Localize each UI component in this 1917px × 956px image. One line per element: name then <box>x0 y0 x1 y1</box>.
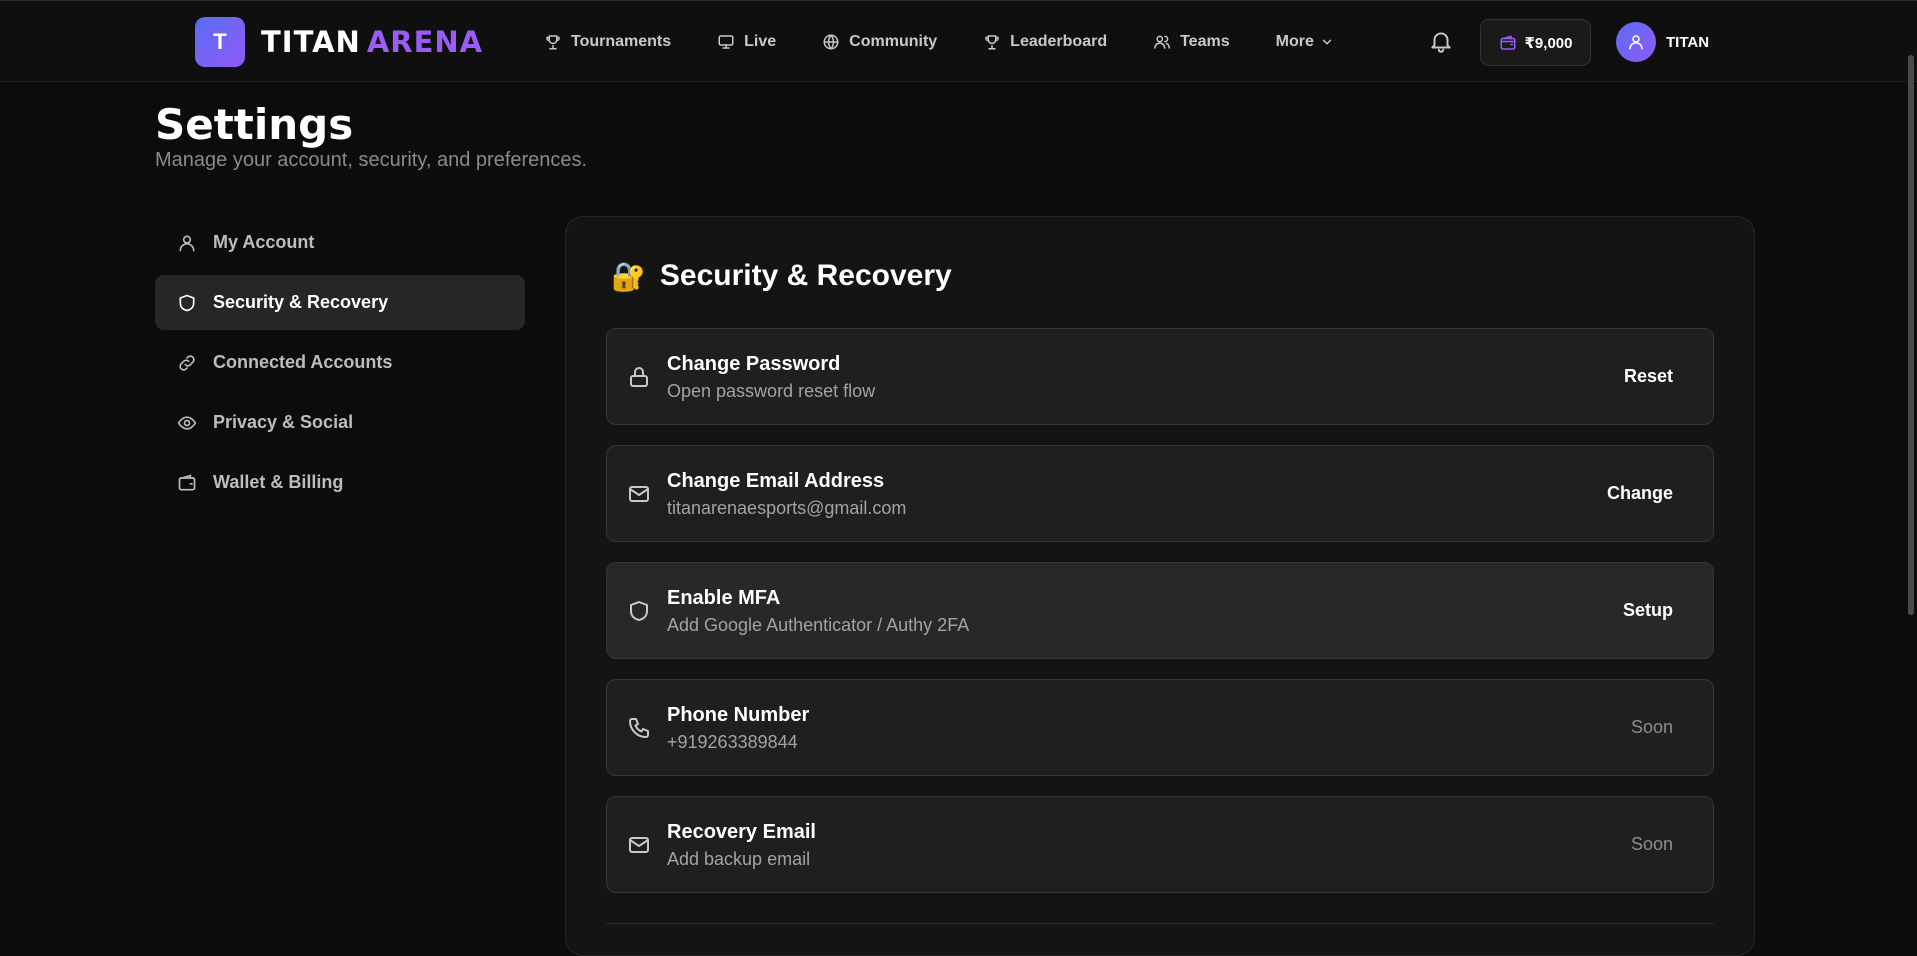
logo-mark: T <box>195 17 245 67</box>
nav-live[interactable]: Live <box>717 33 776 51</box>
chevron-down-icon <box>1322 39 1332 45</box>
change-email-button[interactable]: Change <box>1607 483 1673 504</box>
panel-title-text: Security & Recovery <box>659 259 952 292</box>
mail-icon <box>627 482 651 511</box>
sidebar-item-connected-accounts[interactable]: Connected Accounts <box>155 335 525 390</box>
sidebar-item-label: Security & Recovery <box>213 292 389 312</box>
settings-sidebar: My Account Security & Recovery Connected… <box>155 215 525 515</box>
sidebar-item-label: Wallet & Billing <box>213 472 344 492</box>
logo-word-titan: TITAN <box>261 25 361 59</box>
sidebar-item-my-account[interactable]: My Account <box>155 215 525 270</box>
shield-icon <box>627 599 651 628</box>
section-divider <box>606 923 1714 924</box>
setting-row-change-password: Change Password Open password reset flow… <box>606 328 1714 425</box>
username: TITAN <box>1666 33 1710 51</box>
shield-icon <box>179 294 195 311</box>
eye-icon <box>177 415 197 430</box>
logo-text: TITAN ARENA <box>261 25 483 59</box>
sidebar-item-security-recovery[interactable]: Security & Recovery <box>155 275 525 330</box>
sidebar-item-wallet-billing[interactable]: Wallet & Billing <box>155 455 525 510</box>
page-title: Settings <box>155 100 354 149</box>
setting-row-change-email: Change Email Address titanarenaesports@g… <box>606 445 1714 542</box>
setting-title: Change Email Address <box>667 470 885 492</box>
setting-description: Add Google Authenticator / Authy 2FA <box>667 615 970 635</box>
users-icon <box>1154 35 1170 49</box>
bell-icon <box>1431 32 1451 53</box>
trophy-icon <box>546 35 560 50</box>
phone-soon-label: Soon <box>1630 717 1673 737</box>
page-subtitle: Manage your account, security, and prefe… <box>155 149 588 171</box>
setting-row-recovery-email: Recovery Email Add backup email Soon <box>606 796 1714 893</box>
nav-teams-label: Teams <box>1180 33 1230 50</box>
wallet-icon <box>1500 35 1515 50</box>
setting-description: +919263389844 <box>667 732 798 752</box>
nav-live-label: Live <box>744 33 777 50</box>
globe-icon <box>823 34 839 50</box>
sidebar-item-label: Connected Accounts <box>213 352 393 372</box>
brand-logo[interactable]: T TITAN ARENA <box>195 17 483 67</box>
mail-icon <box>627 833 651 862</box>
sidebar-item-label: My Account <box>213 232 315 252</box>
notifications-button[interactable] <box>1428 28 1454 59</box>
page-scrollbar[interactable] <box>1908 55 1914 615</box>
avatar <box>1616 22 1656 62</box>
nav-leaderboard[interactable]: Leaderboard <box>983 33 1107 51</box>
setting-title: Phone Number <box>667 704 810 726</box>
setting-title: Change Password <box>667 353 841 375</box>
setting-title: Recovery Email <box>667 821 816 843</box>
lock-key-icon: 🔐 <box>611 260 646 292</box>
top-navbar: T TITAN ARENA Tournaments Live Community … <box>0 0 1917 82</box>
wallet-icon <box>178 474 196 490</box>
nav-more-label: More <box>1275 33 1314 50</box>
user-icon <box>1629 35 1643 50</box>
setting-title: Enable MFA <box>667 587 781 609</box>
nav-teams[interactable]: Teams <box>1153 33 1230 51</box>
user-menu[interactable]: TITAN <box>1616 22 1709 62</box>
nav-leaderboard-label: Leaderboard <box>1010 33 1108 50</box>
logo-word-arena: ARENA <box>366 25 484 59</box>
nav-more[interactable]: More <box>1276 33 1334 51</box>
setting-description: Open password reset flow <box>667 381 876 401</box>
wallet-balance-button[interactable]: ₹9,000 <box>1480 19 1591 66</box>
lock-icon <box>627 365 651 394</box>
panel-title: 🔐 Security & Recovery <box>611 259 952 293</box>
setup-mfa-button[interactable]: Setup <box>1623 600 1673 621</box>
link-icon <box>179 354 195 371</box>
phone-icon <box>627 716 651 745</box>
setting-row-enable-mfa: Enable MFA Add Google Authenticator / Au… <box>606 562 1714 659</box>
security-panel: 🔐 Security & Recovery Change Password Op… <box>565 216 1755 956</box>
user-icon <box>179 235 195 251</box>
trophy-icon <box>985 35 1000 50</box>
setting-description: Add backup email <box>667 849 811 869</box>
main-nav: Tournaments Live Community Leaderboard T… <box>544 1 1380 83</box>
monitor-icon <box>718 35 734 49</box>
nav-tournaments[interactable]: Tournaments <box>544 33 671 51</box>
wallet-balance: ₹9,000 <box>1524 34 1573 52</box>
recovery-email-soon-label: Soon <box>1630 834 1673 854</box>
nav-tournaments-label: Tournaments <box>571 33 672 50</box>
sidebar-item-privacy-social[interactable]: Privacy & Social <box>155 395 525 450</box>
setting-row-phone-number: Phone Number +919263389844 Soon <box>606 679 1714 776</box>
nav-community-label: Community <box>849 33 938 50</box>
nav-community[interactable]: Community <box>822 33 937 51</box>
setting-description: titanarenaesports@gmail.com <box>667 498 907 518</box>
sidebar-item-label: Privacy & Social <box>213 412 354 432</box>
reset-password-button[interactable]: Reset <box>1624 366 1673 387</box>
